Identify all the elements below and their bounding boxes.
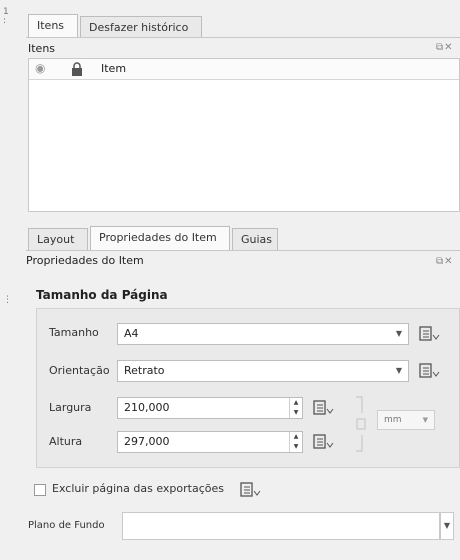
- tab-undo-history[interactable]: Desfazer histórico: [80, 16, 202, 38]
- splitter-handle[interactable]: ⋮: [3, 296, 12, 305]
- visibility-eye-icon[interactable]: ◉: [35, 61, 45, 75]
- size-combobox[interactable]: A4 ▼: [117, 323, 409, 345]
- width-spinbox-value: 210,000: [124, 401, 170, 414]
- height-label: Altura: [49, 435, 83, 448]
- exclude-data-defined-button[interactable]: [238, 480, 262, 500]
- orientation-combobox[interactable]: Retrato ▼: [117, 360, 409, 382]
- background-label: Plano de Fundo: [28, 520, 105, 531]
- width-data-defined-button[interactable]: [311, 398, 335, 418]
- chevron-down-icon: ▼: [395, 329, 402, 338]
- properties-panel-title: Propriedades do Item: [26, 254, 144, 267]
- gutter-marker: 1:: [3, 7, 9, 26]
- width-label: Largura: [49, 401, 92, 414]
- left-gutter: 1: ⋮: [0, 0, 24, 560]
- orientation-combobox-value: Retrato: [124, 364, 165, 377]
- spin-down-icon: ▼: [293, 443, 299, 450]
- properties-float-close-icons[interactable]: ⧉✕: [436, 256, 454, 267]
- tab-bar-divider: [26, 37, 460, 38]
- tab-layout[interactable]: Layout: [28, 228, 88, 250]
- height-spin-buttons[interactable]: ▲ ▼: [289, 432, 302, 452]
- chevron-down-icon: ▼: [422, 416, 428, 424]
- orientation-data-defined-button[interactable]: [417, 361, 441, 381]
- size-label: Tamanho: [49, 326, 99, 339]
- tab-guides[interactable]: Guias: [232, 228, 278, 250]
- height-spinbox-value: 297,000: [124, 435, 170, 448]
- data-defined-override-icon: [419, 363, 440, 378]
- spin-down-icon: ▼: [293, 409, 299, 416]
- background-style-button[interactable]: [122, 512, 440, 540]
- width-spinbox[interactable]: 210,000 ▲ ▼: [117, 397, 303, 419]
- data-defined-override-icon: [419, 326, 440, 341]
- tab-items[interactable]: Itens: [28, 14, 78, 38]
- spin-up-icon: ▲: [293, 399, 299, 406]
- data-defined-override-icon: [313, 400, 334, 415]
- data-defined-override-icon: [240, 482, 261, 497]
- panel-float-close-icons[interactable]: ⧉✕: [436, 42, 454, 53]
- units-combobox-value: mm: [384, 415, 402, 425]
- tab-item-properties-label: Propriedades do Item: [99, 231, 217, 244]
- column-header-item[interactable]: Item: [101, 62, 126, 75]
- items-table[interactable]: ◉ Item: [28, 58, 460, 212]
- tab-items-label: Itens: [37, 19, 65, 32]
- bottom-tab-bar-divider: [26, 250, 460, 251]
- units-combobox[interactable]: mm ▼: [377, 410, 435, 430]
- spin-up-icon: ▲: [293, 433, 299, 440]
- background-dropdown-arrow[interactable]: ▼: [440, 512, 454, 540]
- size-data-defined-button[interactable]: [417, 324, 441, 344]
- tab-layout-label: Layout: [37, 233, 75, 246]
- exclude-page-label[interactable]: Excluir página das exportações: [52, 482, 224, 495]
- page-size-group: Tamanho A4 ▼ Orientação Retrato ▼ Largur…: [36, 308, 460, 468]
- tab-guides-label: Guias: [241, 233, 273, 246]
- height-data-defined-button[interactable]: [311, 432, 335, 452]
- lock-aspect-ratio-icon[interactable]: [353, 395, 367, 455]
- exclude-page-checkbox[interactable]: [34, 484, 46, 496]
- page-size-group-title: Tamanho da Página: [36, 288, 168, 302]
- chevron-down-icon: ▼: [443, 521, 451, 530]
- size-combobox-value: A4: [124, 327, 139, 340]
- chevron-down-icon: ▼: [395, 366, 402, 375]
- items-panel-title: Itens: [28, 42, 56, 55]
- tab-item-properties[interactable]: Propriedades do Item: [90, 226, 230, 250]
- height-spinbox[interactable]: 297,000 ▲ ▼: [117, 431, 303, 453]
- items-table-header: ◉ Item: [29, 59, 459, 80]
- orientation-label: Orientação: [49, 364, 110, 377]
- width-spin-buttons[interactable]: ▲ ▼: [289, 398, 302, 418]
- tab-undo-history-label: Desfazer histórico: [89, 21, 189, 34]
- data-defined-override-icon: [313, 434, 334, 449]
- lock-icon[interactable]: [71, 62, 83, 79]
